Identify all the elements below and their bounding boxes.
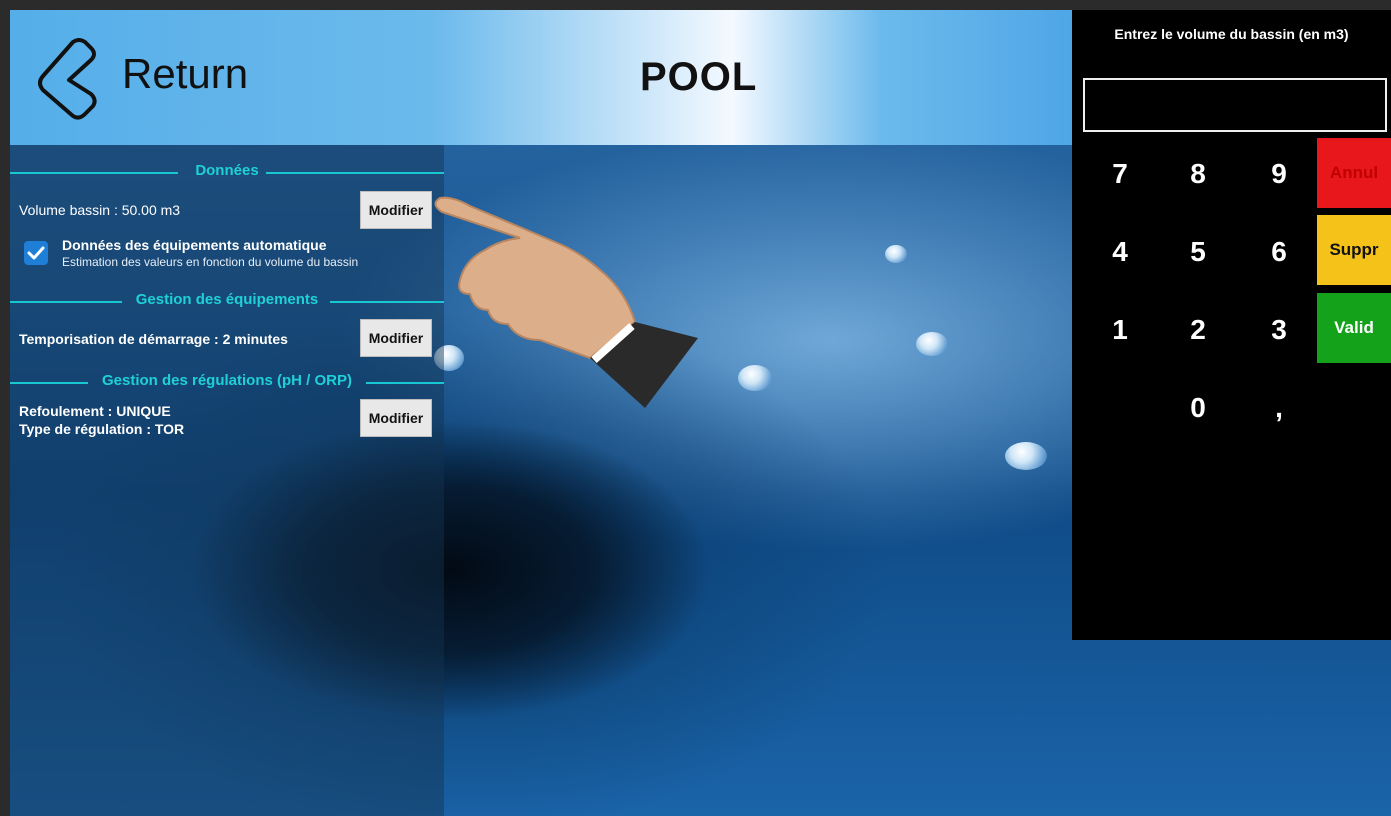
section-title-equipment: Gestion des équipements	[135, 291, 319, 308]
volume-input[interactable]	[1083, 78, 1387, 132]
page-title: POOL	[640, 55, 758, 99]
checkmark-icon	[27, 246, 45, 260]
key-0[interactable]: 0	[1168, 384, 1228, 432]
water-drop	[1005, 442, 1047, 470]
header-bar: Return POOL	[10, 10, 1072, 145]
settings-panel: Données Volume bassin : 50.00 m3 Modifie…	[10, 145, 444, 816]
discharge-label: Refoulement : UNIQUE	[19, 403, 171, 419]
volume-label: Volume bassin : 50.00 m3	[19, 202, 181, 218]
regulation-type-label: Type de régulation : TOR	[19, 421, 185, 437]
key-2[interactable]: 2	[1168, 306, 1228, 354]
section-header-data: Données	[10, 162, 444, 182]
key-comma[interactable]: ,	[1249, 384, 1309, 432]
section-title-data: Données	[195, 162, 259, 179]
section-header-regulation: Gestion des régulations (pH / ORP)	[10, 372, 444, 392]
cancel-button[interactable]: Annul	[1317, 138, 1391, 208]
validate-button[interactable]: Valid	[1317, 293, 1391, 363]
key-4[interactable]: 4	[1090, 228, 1150, 276]
key-9[interactable]: 9	[1249, 150, 1309, 198]
water-drop	[738, 365, 772, 391]
section-header-equipment: Gestion des équipements	[10, 291, 444, 311]
pool-screen: Return POOL Données Volume bassin : 50.0…	[10, 10, 1391, 816]
auto-equipment-checkbox[interactable]	[24, 241, 48, 265]
modify-volume-button[interactable]: Modifier	[360, 191, 432, 229]
startup-delay-label: Temporisation de démarrage : 2 minutes	[19, 331, 288, 347]
water-drop	[916, 332, 948, 356]
key-8[interactable]: 8	[1168, 150, 1228, 198]
numeric-keypad: Entrez le volume du bassin (en m3) 7 8 9…	[1072, 10, 1391, 640]
return-button[interactable]: Return	[122, 50, 248, 98]
key-6[interactable]: 6	[1249, 228, 1309, 276]
key-3[interactable]: 3	[1249, 306, 1309, 354]
delete-button[interactable]: Suppr	[1317, 215, 1391, 285]
key-1[interactable]: 1	[1090, 306, 1150, 354]
section-title-regulation: Gestion des régulations (pH / ORP)	[101, 372, 353, 389]
modify-startup-button[interactable]: Modifier	[360, 319, 432, 357]
auto-equipment-subtitle: Estimation des valeurs en fonction du vo…	[62, 255, 359, 269]
chevron-left-icon[interactable]	[35, 38, 97, 120]
keypad-title: Entrez le volume du bassin (en m3)	[1114, 26, 1349, 42]
key-7[interactable]: 7	[1090, 150, 1150, 198]
pointing-hand-icon	[434, 196, 698, 408]
modify-regulation-button[interactable]: Modifier	[360, 399, 432, 437]
water-drop	[885, 245, 907, 263]
key-5[interactable]: 5	[1168, 228, 1228, 276]
auto-equipment-title: Données des équipements automatique	[62, 237, 327, 253]
